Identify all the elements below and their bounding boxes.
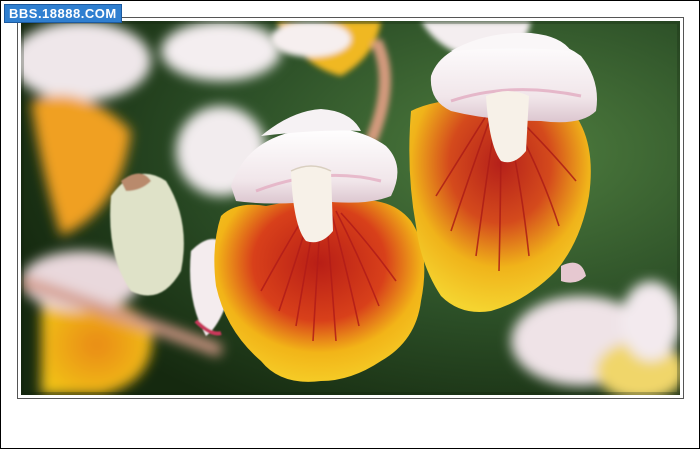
watermark-label: BBS.18888.COM [4, 4, 122, 23]
right-flower [409, 32, 597, 312]
photo-frame [17, 17, 684, 399]
flower-illustration [21, 21, 680, 395]
page: BBS.18888.COM [0, 0, 700, 449]
flower-photo [21, 21, 680, 395]
